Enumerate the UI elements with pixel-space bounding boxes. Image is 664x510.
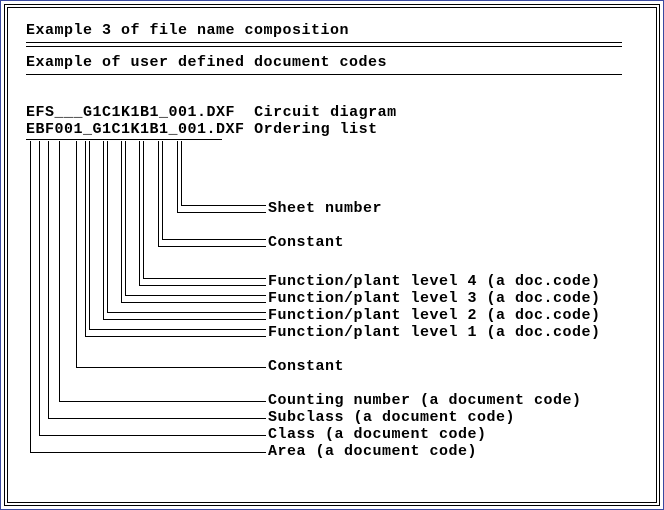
mid-border: Example 3 of file name composition Examp… (4, 4, 660, 506)
connector-const1-h-outer (158, 246, 266, 247)
label-fpl1: Function/plant level 1 (a doc.code) (268, 324, 601, 341)
connector-sheet-h-outer (177, 212, 266, 213)
label-class: Class (a document code) (268, 426, 487, 443)
label-sheet-number: Sheet number (268, 200, 382, 217)
connector-fpl4-h-inner (143, 278, 266, 279)
connector-area-h (30, 452, 266, 453)
connector-fpl1-v-inner (89, 141, 90, 329)
label-subclass: Subclass (a document code) (268, 409, 515, 426)
connector-count-h (59, 401, 266, 402)
connector-fpl3-h-inner (125, 295, 266, 296)
label-counting: Counting number (a document code) (268, 392, 582, 409)
connector-const1-v-inner (162, 141, 163, 239)
page-subtitle: Example of user defined document codes (26, 54, 387, 71)
ex1-name: EFS___G1C1K1B1_001.DXF (26, 104, 235, 121)
connector-area-v (30, 141, 31, 452)
connector-const1-h-inner (162, 239, 266, 240)
connector-fpl3-v-outer (121, 141, 122, 302)
connector-fpl4-v-outer (139, 141, 140, 285)
connector-fpl2-h-inner (107, 312, 266, 313)
connector-fpl2-h-outer (103, 319, 266, 320)
connector-fpl3-h-outer (121, 302, 266, 303)
connector-class-h (39, 435, 266, 436)
ex1-desc: Circuit diagram (254, 104, 397, 121)
connector-fpl2-v-inner (107, 141, 108, 312)
outer-border: Example 3 of file name composition Examp… (0, 0, 664, 510)
connector-subclass-h (48, 418, 266, 419)
label-constant-upper: Constant (268, 234, 344, 251)
connector-class-v (39, 141, 40, 435)
title-double-rule-bottom (26, 46, 622, 47)
filename-underline (26, 139, 222, 140)
connector-fpl1-h-inner (89, 329, 266, 330)
connector-sheet-v-inner (181, 141, 182, 205)
connector-fpl3-v-inner (125, 141, 126, 295)
subtitle-rule (26, 74, 622, 75)
connector-count-v (59, 141, 60, 401)
connector-fpl1-v-outer (85, 141, 86, 336)
label-fpl3: Function/plant level 3 (a doc.code) (268, 290, 601, 307)
connector-fpl2-v-outer (103, 141, 104, 319)
connector-sheet-v-outer (177, 141, 178, 212)
connector-fpl4-h-outer (139, 285, 266, 286)
connector-const2-v (76, 141, 77, 367)
page-title: Example 3 of file name composition (26, 22, 349, 39)
connector-subclass-v (48, 141, 49, 418)
label-fpl4: Function/plant level 4 (a doc.code) (268, 273, 601, 290)
ex2-name: EBF001_G1C1K1B1_001.DXF (26, 121, 245, 138)
label-area: Area (a document code) (268, 443, 477, 460)
connector-fpl1-h-outer (85, 336, 266, 337)
page: Example 3 of file name composition Examp… (7, 7, 657, 503)
ex2-desc: Ordering list (254, 121, 378, 138)
title-double-rule-top (26, 42, 622, 43)
label-constant-lower: Constant (268, 358, 344, 375)
connector-const1-v-outer (158, 141, 159, 246)
label-fpl2: Function/plant level 2 (a doc.code) (268, 307, 601, 324)
connector-fpl4-v-inner (143, 141, 144, 278)
filename-examples: EFS___G1C1K1B1_001.DXF Circuit diagram E… (26, 104, 397, 138)
connector-sheet-h-inner (181, 205, 266, 206)
connector-const2-h (76, 367, 266, 368)
